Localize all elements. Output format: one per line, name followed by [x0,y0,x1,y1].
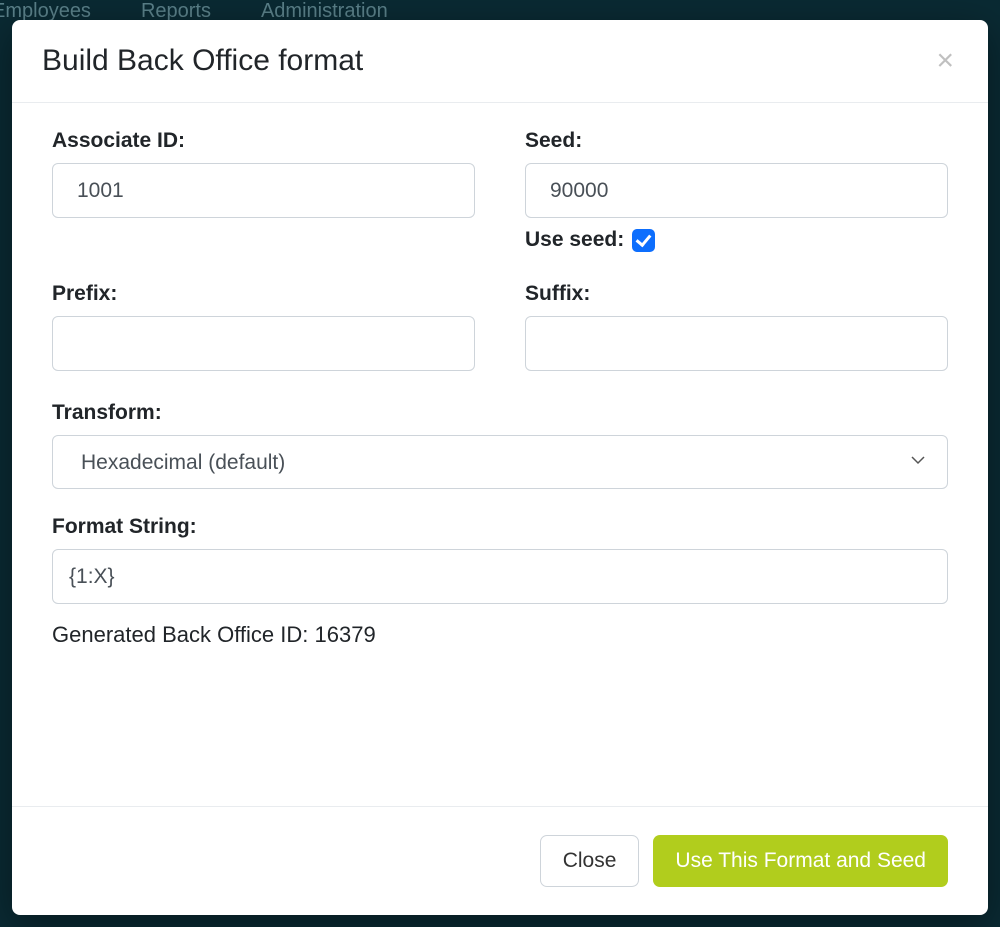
seed-label: Seed: [525,129,948,153]
generated-id-label: Generated Back Office ID: [52,622,315,647]
seed-input[interactable] [525,163,948,218]
prefix-input[interactable] [52,316,475,371]
transform-label: Transform: [52,401,948,425]
format-string-input[interactable] [52,549,948,604]
associate-id-label: Associate ID: [52,129,475,153]
transform-select[interactable]: Hexadecimal (default) [52,435,948,489]
modal-header: Build Back Office format × [12,20,988,103]
close-icon[interactable]: × [932,46,958,76]
format-string-label: Format String: [52,515,948,539]
modal-title: Build Back Office format [42,44,363,78]
use-seed-label: Use seed: [525,228,624,252]
use-format-and-seed-button[interactable]: Use This Format and Seed [653,835,948,887]
modal-footer: Close Use This Format and Seed [12,806,988,915]
suffix-label: Suffix: [525,282,948,306]
close-button[interactable]: Close [540,835,640,887]
modal-build-back-office-format: Build Back Office format × Associate ID:… [12,20,988,915]
prefix-label: Prefix: [52,282,475,306]
suffix-input[interactable] [525,316,948,371]
associate-id-input[interactable] [52,163,475,218]
generated-id-value: 16379 [315,622,376,647]
generated-id-text: Generated Back Office ID: 16379 [52,622,948,648]
modal-body: Associate ID: Seed: Use seed: Prefix: Su… [12,103,988,806]
use-seed-checkbox[interactable] [632,229,655,252]
